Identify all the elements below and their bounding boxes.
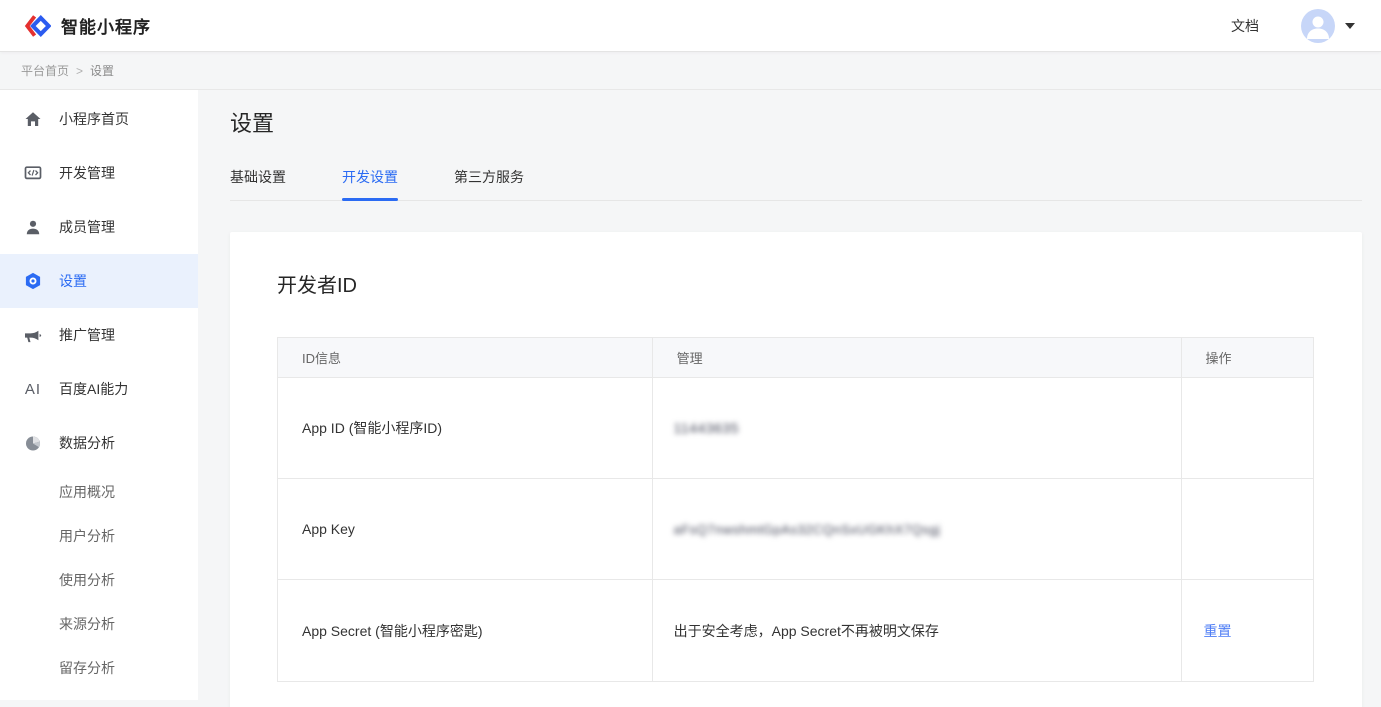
developer-id-table: ID信息 管理 操作 App ID (智能小程序ID) 11443635 App…: [277, 337, 1314, 682]
brand-title: 智能小程序: [61, 13, 151, 38]
breadcrumb-separator: >: [76, 64, 83, 78]
reset-secret-button[interactable]: 重置: [1182, 621, 1232, 641]
sidebar-subitem-retention-analysis[interactable]: 留存分析: [0, 646, 198, 690]
breadcrumb-home[interactable]: 平台首页: [21, 62, 69, 79]
home-icon: [24, 110, 42, 128]
sidebar-subitem-label: 留存分析: [59, 658, 115, 678]
app-key-value-blurred: aFsQ7nwshmtGpAs32CQnSxUGKhX7Qsgj: [653, 522, 941, 537]
user-avatar-icon: [1301, 9, 1335, 43]
sidebar-item-member-management[interactable]: 成员管理: [0, 200, 198, 254]
sidebar-item-label: 数据分析: [59, 433, 115, 453]
table-header-row: ID信息 管理 操作: [278, 338, 1313, 378]
tab-basic-settings[interactable]: 基础设置: [230, 167, 286, 200]
settings-gear-icon: [24, 272, 42, 290]
sidebar: 小程序首页 开发管理 成员管理: [0, 90, 198, 700]
sidebar-item-dev-management[interactable]: 开发管理: [0, 146, 198, 200]
megaphone-icon: [24, 326, 42, 344]
sidebar-item-data-analysis[interactable]: 数据分析: [0, 416, 198, 470]
sidebar-item-settings[interactable]: 设置: [0, 254, 198, 308]
sidebar-subitem-source-analysis[interactable]: 来源分析: [0, 602, 198, 646]
sidebar-subitem-label: 使用分析: [59, 570, 115, 590]
settings-tabs: 基础设置 开发设置 第三方服务: [230, 167, 1362, 201]
sidebar-item-label: 开发管理: [59, 163, 115, 183]
sidebar-item-label: 成员管理: [59, 217, 115, 237]
docs-link[interactable]: 文档: [1231, 16, 1259, 36]
sidebar-subitem-label: 应用概况: [59, 482, 115, 502]
card-heading: 开发者ID: [277, 269, 1314, 298]
pie-chart-icon: [24, 434, 42, 452]
smart-miniprogram-logo-icon: [24, 13, 51, 39]
sidebar-item-miniprogram-home[interactable]: 小程序首页: [0, 92, 198, 146]
code-icon: [24, 164, 42, 182]
row-label: App Key: [278, 521, 355, 537]
sidebar-item-label: 百度AI能力: [59, 379, 128, 399]
top-header: 智能小程序 文档: [0, 0, 1381, 52]
account-dropdown-caret-icon[interactable]: [1345, 23, 1355, 29]
column-header-management: 管理: [652, 338, 1181, 377]
row-label: App ID (智能小程序ID): [278, 420, 442, 436]
tab-dev-settings[interactable]: 开发设置: [342, 167, 398, 200]
member-icon: [24, 218, 42, 236]
sidebar-item-baidu-ai[interactable]: AI 百度AI能力: [0, 362, 198, 416]
sidebar-subitem-app-overview[interactable]: 应用概况: [0, 470, 198, 514]
sidebar-subitem-user-analysis[interactable]: 用户分析: [0, 514, 198, 558]
page-title: 设置: [230, 106, 1362, 138]
row-label: App Secret (智能小程序密匙): [278, 623, 482, 639]
app-id-value-blurred: 11443635: [653, 420, 739, 436]
sidebar-item-label: 小程序首页: [59, 109, 129, 129]
column-header-actions: 操作: [1181, 338, 1313, 377]
main-content: 设置 基础设置 开发设置 第三方服务 开发者ID ID信息 管理 操作 App …: [198, 90, 1381, 707]
sidebar-subitem-usage-analysis[interactable]: 使用分析: [0, 558, 198, 602]
sidebar-item-label: 设置: [59, 271, 87, 291]
breadcrumb: 平台首页 > 设置: [0, 52, 1381, 90]
table-row-app-key: App Key aFsQ7nwshmtGpAs32CQnSxUGKhX7Qsgj: [278, 479, 1313, 580]
developer-id-card: 开发者ID ID信息 管理 操作 App ID (智能小程序ID) 114436…: [230, 232, 1362, 707]
table-row-app-id: App ID (智能小程序ID) 11443635: [278, 378, 1313, 479]
brand[interactable]: 智能小程序: [24, 13, 151, 39]
tab-third-party-services[interactable]: 第三方服务: [454, 167, 524, 200]
avatar[interactable]: [1301, 9, 1335, 43]
app-secret-note: 出于安全考虑，App Secret不再被明文保存: [653, 621, 939, 641]
breadcrumb-current: 设置: [90, 62, 114, 79]
sidebar-subitem-label: 用户分析: [59, 526, 115, 546]
sidebar-item-label: 推广管理: [59, 325, 115, 345]
column-header-id-info: ID信息: [278, 348, 652, 367]
ai-icon: AI: [24, 380, 42, 398]
table-row-app-secret: App Secret (智能小程序密匙) 出于安全考虑，App Secret不再…: [278, 580, 1313, 681]
sidebar-item-promotion-management[interactable]: 推广管理: [0, 308, 198, 362]
sidebar-subitem-label: 来源分析: [59, 614, 115, 634]
header-actions: 文档: [1231, 9, 1355, 43]
